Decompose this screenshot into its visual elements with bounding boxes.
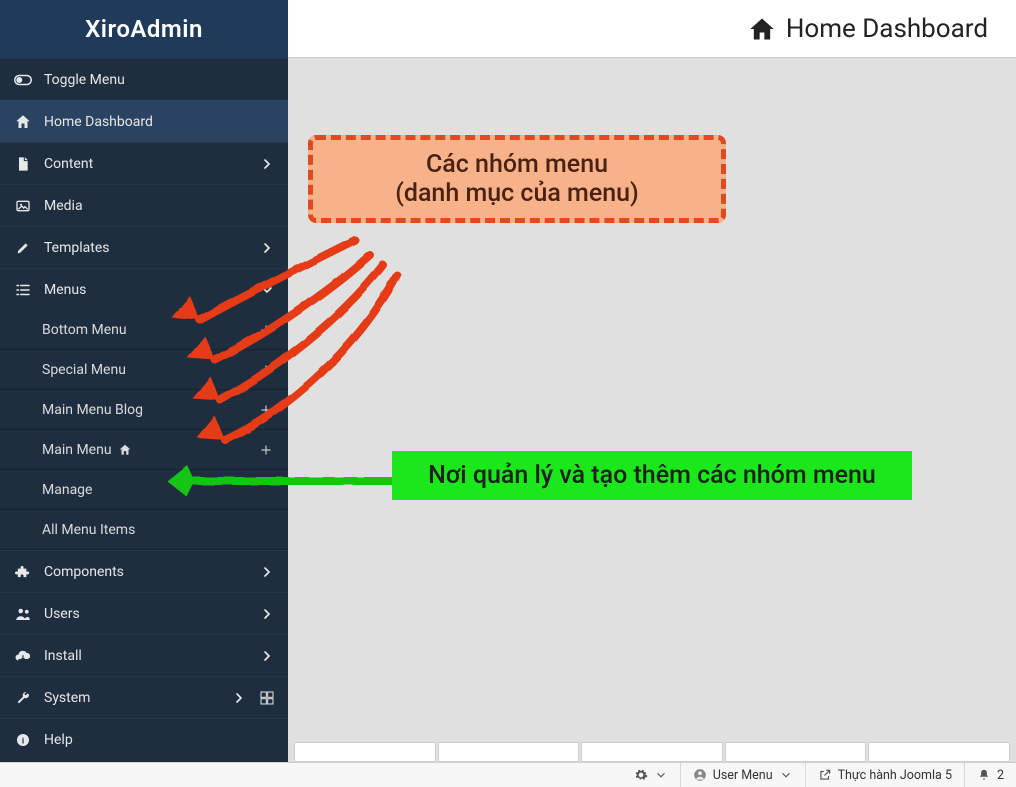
svg-text:i: i (22, 736, 24, 746)
topbar: Home Dashboard (288, 0, 1016, 58)
annotation-orange-callout: Các nhóm menu (danh mục của menu) (308, 135, 726, 223)
status-user-label: User Menu (713, 768, 773, 783)
submenu-label: Main Menu Blog (42, 402, 258, 418)
chevron-down-icon (258, 281, 276, 299)
submenu-main-menu-blog[interactable]: Main Menu Blog (0, 390, 288, 430)
page-title: Home Dashboard (748, 14, 988, 44)
chevron-right-icon (258, 563, 276, 581)
status-notifications[interactable]: 2 (964, 763, 1016, 787)
sidebar-item-label: Media (44, 198, 276, 214)
plus-icon[interactable] (258, 363, 274, 377)
sidebar-item-menus[interactable]: Menus (0, 268, 288, 310)
cloud-download-icon (14, 647, 32, 665)
sidebar-item-label: Help (44, 732, 276, 748)
brush-icon (14, 239, 32, 257)
annotation-green-callout: Nơi quản lý và tạo thêm các nhóm menu (392, 451, 912, 500)
home-icon (14, 113, 32, 131)
sidebar-toggle-label: Toggle Menu (44, 72, 276, 88)
chevron-right-icon (258, 155, 276, 173)
chevron-right-icon (258, 605, 276, 623)
chevron-down-icon (779, 768, 793, 782)
sidebar-item-label: Home Dashboard (44, 114, 276, 130)
submenu-label: All Menu Items (42, 522, 274, 538)
status-bar: User Menu Thực hành Joomla 5 2 (0, 762, 1016, 787)
external-link-icon (818, 768, 832, 782)
sidebar-item-home[interactable]: Home Dashboard (0, 100, 288, 142)
submenu-bottom-menu[interactable]: Bottom Menu (0, 310, 288, 350)
sidebar-item-label: Templates (44, 240, 258, 256)
sidebar: XiroAdmin Toggle Menu Home Dashboard Con… (0, 0, 288, 762)
status-site-label: Thực hành Joomla 5 (838, 768, 952, 783)
chevron-down-icon (654, 768, 668, 782)
sidebar-item-install[interactable]: Install (0, 634, 288, 676)
sidebar-item-label: Content (44, 156, 258, 172)
brand-title: XiroAdmin (0, 0, 288, 58)
sidebar-item-system[interactable]: System (0, 676, 288, 718)
user-icon (693, 768, 707, 782)
menus-submenu: Bottom Menu Special Menu Main Menu Blog … (0, 310, 288, 550)
submenu-special-menu[interactable]: Special Menu (0, 350, 288, 390)
sidebar-item-users[interactable]: Users (0, 592, 288, 634)
sidebar-item-label: Install (44, 648, 258, 664)
submenu-manage[interactable]: Manage (0, 470, 288, 510)
document-icon (14, 155, 32, 173)
grid-icon[interactable] (258, 690, 276, 706)
status-notif-count: 2 (997, 768, 1004, 783)
home-icon (748, 15, 776, 43)
image-icon (14, 197, 32, 215)
submenu-all-menu-items[interactable]: All Menu Items (0, 510, 288, 550)
puzzle-icon (14, 563, 32, 581)
submenu-label: Special Menu (42, 362, 258, 378)
gear-icon (634, 768, 648, 782)
submenu-label: Manage (42, 482, 274, 498)
main-content: Home Dashboard (288, 0, 1016, 762)
sidebar-item-label: Menus (44, 282, 258, 298)
status-site-link[interactable]: Thực hành Joomla 5 (805, 763, 964, 787)
users-icon (14, 605, 32, 623)
sidebar-toggle-menu[interactable]: Toggle Menu (0, 58, 288, 100)
sidebar-item-label: Components (44, 564, 258, 580)
wrench-icon (14, 689, 32, 707)
sidebar-item-content[interactable]: Content (0, 142, 288, 184)
sidebar-item-help[interactable]: i Help (0, 718, 288, 760)
submenu-main-menu[interactable]: Main Menu (0, 430, 288, 470)
dashboard-panels-strip (288, 742, 1016, 762)
sidebar-item-components[interactable]: Components (0, 550, 288, 592)
submenu-label: Bottom Menu (42, 322, 258, 338)
bell-icon (977, 768, 991, 782)
chevron-right-icon (230, 689, 248, 707)
info-icon: i (14, 731, 32, 749)
sidebar-item-label: System (44, 690, 230, 706)
sidebar-item-templates[interactable]: Templates (0, 226, 288, 268)
sidebar-item-label: Users (44, 606, 258, 622)
plus-icon[interactable] (258, 443, 274, 457)
sidebar-item-media[interactable]: Media (0, 184, 288, 226)
plus-icon[interactable] (258, 323, 274, 337)
toggle-icon (14, 71, 32, 89)
plus-icon[interactable] (258, 403, 274, 417)
status-user-menu[interactable]: User Menu (680, 763, 805, 787)
home-icon (118, 443, 132, 457)
chevron-right-icon (258, 239, 276, 257)
submenu-label: Main Menu (42, 442, 258, 458)
chevron-right-icon (258, 647, 276, 665)
list-icon (14, 281, 32, 299)
status-settings[interactable] (622, 763, 680, 787)
